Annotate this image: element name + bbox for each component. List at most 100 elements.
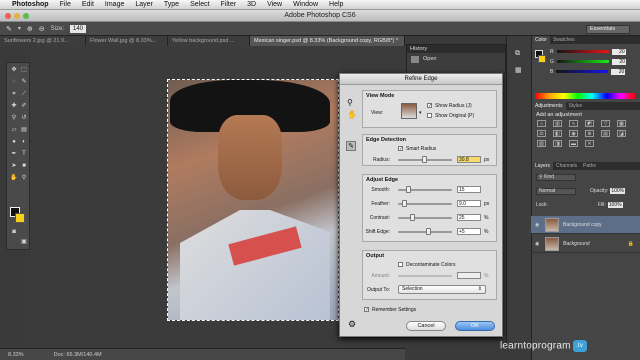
- crop-tool-icon[interactable]: ⌗: [10, 91, 18, 98]
- hand-tool-icon[interactable]: ✋: [347, 110, 357, 119]
- layer-row[interactable]: ◉ Background 🔒: [531, 235, 640, 253]
- output-to-select[interactable]: Selection ⇕: [398, 285, 486, 294]
- tab-color[interactable]: Color: [532, 36, 550, 44]
- close-window-button[interactable]: [5, 13, 11, 19]
- remember-settings-checkbox[interactable]: ✓: [364, 307, 369, 313]
- contrast-slider[interactable]: [398, 214, 452, 221]
- color-r-value[interactable]: 20: [611, 48, 626, 55]
- move-tool-icon[interactable]: ✥: [10, 67, 18, 74]
- zoom-window-button[interactable]: [23, 13, 29, 19]
- decontaminate-checkbox[interactable]: [398, 262, 403, 267]
- menu-3d[interactable]: 3D: [247, 1, 256, 8]
- smooth-slider-knob[interactable]: [406, 186, 411, 193]
- color-lookup-icon[interactable]: ▤: [601, 130, 610, 137]
- quick-selection-tool-icon[interactable]: ✎: [20, 79, 28, 86]
- eye-icon[interactable]: ◉: [535, 222, 541, 228]
- brush-mode-subtract-icon[interactable]: ⊖: [39, 25, 45, 33]
- properties-panel-icon[interactable]: ▦: [515, 66, 522, 74]
- eye-icon[interactable]: ◉: [535, 241, 541, 247]
- black-white-icon[interactable]: ◧: [553, 130, 562, 137]
- background-color-swatch[interactable]: [15, 213, 25, 223]
- smart-radius-checkbox[interactable]: ✓: [398, 146, 403, 152]
- gradient-map-icon[interactable]: ▬: [569, 140, 578, 147]
- minimize-window-button[interactable]: [14, 13, 20, 19]
- dodge-tool-icon[interactable]: ◐: [20, 139, 28, 146]
- zoom-tool-icon[interactable]: ⚲: [347, 98, 353, 107]
- color-r-slider[interactable]: [556, 50, 609, 53]
- tab-channels[interactable]: Channels: [553, 162, 580, 170]
- feather-slider[interactable]: [398, 200, 452, 207]
- radius-slider-knob[interactable]: [422, 156, 427, 163]
- menu-type[interactable]: Type: [164, 1, 179, 8]
- screen-mode-icon[interactable]: ▣: [20, 239, 28, 246]
- path-selection-tool-icon[interactable]: ➤: [10, 163, 18, 170]
- threshold-icon[interactable]: ◨: [553, 140, 562, 147]
- history-item-open[interactable]: Open: [423, 56, 436, 62]
- hue-saturation-icon[interactable]: ▦: [617, 120, 626, 127]
- color-balance-icon[interactable]: ⚖: [537, 130, 546, 137]
- menu-app-name[interactable]: Photoshop: [12, 1, 49, 8]
- menu-filter[interactable]: Filter: [221, 1, 237, 8]
- doc-size[interactable]: Doc: 65.3M/140.4M: [54, 352, 102, 358]
- pen-tool-icon[interactable]: ✒: [10, 151, 18, 158]
- view-mode-thumbnail[interactable]: [401, 103, 417, 119]
- tab-sunflowers[interactable]: Sunflowers 2.jpg @ 21.9...: [0, 36, 86, 46]
- color-g-slider[interactable]: [556, 60, 609, 63]
- selective-color-icon[interactable]: ✕: [585, 140, 594, 147]
- shift-edge-slider[interactable]: [398, 228, 452, 235]
- ok-button[interactable]: OK: [455, 321, 495, 331]
- menu-layer[interactable]: Layer: [135, 1, 153, 8]
- tab-mexican-singer[interactable]: Mexican singer.psd @ 8.33% (Background c…: [250, 36, 405, 46]
- invert-icon[interactable]: ◪: [617, 130, 626, 137]
- tab-yellow-background[interactable]: Yellow background.psd ...: [168, 36, 250, 46]
- brush-tool-icon[interactable]: ✐: [20, 103, 28, 110]
- menu-file[interactable]: File: [60, 1, 71, 8]
- vibrance-icon[interactable]: ▽: [601, 120, 610, 127]
- color-panel-bg-swatch[interactable]: [538, 55, 546, 63]
- chevron-down-icon[interactable]: ▾: [419, 110, 422, 116]
- smooth-slider[interactable]: [398, 186, 452, 193]
- zoom-tool-icon[interactable]: ⚲: [20, 175, 28, 182]
- fill-value[interactable]: 100%: [607, 202, 623, 208]
- menu-select[interactable]: Select: [190, 1, 209, 8]
- menu-view[interactable]: View: [267, 1, 282, 8]
- blur-tool-icon[interactable]: ●: [10, 139, 18, 146]
- shift-edge-input[interactable]: +5: [457, 228, 481, 235]
- size-value[interactable]: 140: [69, 24, 86, 33]
- show-original-checkbox[interactable]: [427, 113, 432, 118]
- brush-tool-icon[interactable]: ✎: [6, 25, 12, 33]
- exposure-icon[interactable]: ◩: [585, 120, 594, 127]
- posterize-icon[interactable]: ▧: [537, 140, 546, 147]
- show-radius-checkbox[interactable]: ✓: [427, 103, 432, 109]
- amount-input[interactable]: [457, 272, 481, 279]
- tab-paths[interactable]: Paths: [580, 162, 599, 170]
- workspace-switcher[interactable]: Essentials: [586, 25, 630, 34]
- history-panel-icon[interactable]: ⧉: [515, 50, 520, 58]
- contrast-input[interactable]: 25: [457, 214, 481, 221]
- menu-image[interactable]: Image: [105, 1, 124, 8]
- channel-mixer-icon[interactable]: ⊕: [585, 130, 594, 137]
- cancel-button[interactable]: Cancel: [406, 321, 446, 331]
- lasso-tool-icon[interactable]: ◌: [10, 79, 18, 86]
- color-spectrum-bar[interactable]: [535, 93, 635, 99]
- tab-adjustments[interactable]: Adjustments: [532, 102, 566, 110]
- history-brush-tool-icon[interactable]: ↺: [20, 115, 28, 122]
- photo-filter-icon[interactable]: ◉: [569, 130, 578, 137]
- eraser-tool-icon[interactable]: ▱: [10, 127, 18, 134]
- contrast-slider-knob[interactable]: [410, 214, 415, 221]
- clone-stamp-tool-icon[interactable]: ⚲: [10, 115, 18, 122]
- shift-edge-slider-knob[interactable]: [426, 228, 431, 235]
- tab-flower-wall[interactable]: Flower Wall.jpg @ 8.33%...: [86, 36, 168, 46]
- menu-edit[interactable]: Edit: [82, 1, 94, 8]
- tab-styles[interactable]: Styles: [566, 102, 586, 110]
- layer-filter-kind[interactable]: ⚲ Kind: [536, 174, 576, 181]
- brightness-contrast-icon[interactable]: ☼: [537, 120, 546, 127]
- color-b-value[interactable]: 20: [611, 68, 626, 75]
- menu-window[interactable]: Window: [293, 1, 318, 8]
- radius-input[interactable]: 30.8: [457, 156, 481, 163]
- eyedropper-tool-icon[interactable]: ⟋: [20, 91, 28, 98]
- quick-mask-icon[interactable]: ◙: [10, 229, 18, 236]
- shape-tool-icon[interactable]: ■: [20, 163, 28, 170]
- layer-row[interactable]: ◉ Background copy: [531, 216, 640, 234]
- brush-preset-picker[interactable]: ▾: [18, 25, 21, 32]
